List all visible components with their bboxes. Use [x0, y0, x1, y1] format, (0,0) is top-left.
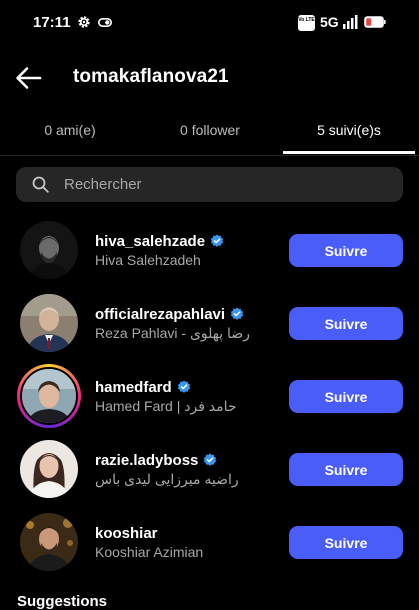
- full-name: Hamed Fard | حامد فرد: [95, 398, 237, 414]
- full-name: Hiva Salehzadeh: [95, 252, 201, 268]
- username[interactable]: kooshiar: [95, 525, 158, 542]
- follow-button[interactable]: Suivre: [289, 307, 403, 340]
- follow-button[interactable]: Suivre: [289, 453, 403, 486]
- follow-button[interactable]: Suivre: [289, 234, 403, 267]
- search-input[interactable]: [64, 167, 384, 202]
- username[interactable]: razie.ladyboss: [95, 452, 198, 469]
- volte-icon: Vo LTE: [298, 15, 315, 31]
- verified-badge-icon: [177, 380, 190, 393]
- tab-bar: 0 ami(e) 0 follower 5 suivi(e)s: [0, 112, 419, 156]
- avatar[interactable]: [20, 440, 78, 498]
- suggestions-heading: Suggestions: [17, 593, 108, 610]
- battery-low-icon: [364, 16, 386, 28]
- list-item[interactable]: hamedfard Hamed Fard | حامد فرد Suivre: [0, 358, 419, 431]
- username[interactable]: officialrezapahlavi: [95, 306, 225, 323]
- list-item[interactable]: officialrezapahlavi Reza Pahlavi - رضا پ…: [0, 285, 419, 358]
- verified-badge-icon: [204, 453, 217, 466]
- list-item[interactable]: kooshiar Kooshiar Azimian Suivre: [0, 504, 419, 577]
- username[interactable]: hamedfard: [95, 379, 172, 396]
- list-item[interactable]: razie.ladyboss راضیه میرزایی لیدی باس Su…: [0, 431, 419, 504]
- verified-badge-icon: [210, 234, 224, 247]
- follow-button[interactable]: Suivre: [289, 380, 403, 413]
- gear-icon: [78, 16, 90, 28]
- network-type: 5G: [320, 14, 339, 30]
- status-time: 17:11: [33, 14, 71, 31]
- following-list: hiva_salehzade Hiva Salehzadeh Suivre of…: [0, 212, 419, 577]
- search-bar: [16, 167, 403, 202]
- verified-badge-icon: [230, 307, 244, 320]
- avatar-story-ring[interactable]: [17, 364, 81, 428]
- follow-button[interactable]: Suivre: [289, 526, 403, 559]
- avatar[interactable]: [20, 294, 78, 352]
- full-name: Reza Pahlavi - رضا پهلوی: [95, 325, 250, 341]
- list-item[interactable]: hiva_salehzade Hiva Salehzadeh Suivre: [0, 212, 419, 285]
- page-title: tomakaflanova21: [73, 66, 229, 87]
- avatar[interactable]: [20, 513, 78, 571]
- app-header: tomakaflanova21: [0, 52, 419, 102]
- username[interactable]: hiva_salehzade: [95, 233, 205, 250]
- tab-friends[interactable]: 0 ami(e): [0, 112, 140, 154]
- signal-icon: [343, 15, 358, 29]
- arrow-left-icon[interactable]: [14, 66, 42, 90]
- search-icon: [32, 176, 49, 193]
- tab-followers[interactable]: 0 follower: [140, 112, 280, 154]
- active-tab-indicator: [283, 151, 415, 154]
- avatar[interactable]: [20, 221, 78, 279]
- tab-following[interactable]: 5 suivi(e)s: [279, 112, 419, 154]
- status-bar: 17:11 Vo LTE 5G: [0, 0, 419, 46]
- full-name: Kooshiar Azimian: [95, 544, 204, 560]
- toggle-icon: [98, 18, 112, 27]
- full-name: راضیه میرزایی لیدی باس: [95, 471, 239, 487]
- avatar: [20, 367, 78, 425]
